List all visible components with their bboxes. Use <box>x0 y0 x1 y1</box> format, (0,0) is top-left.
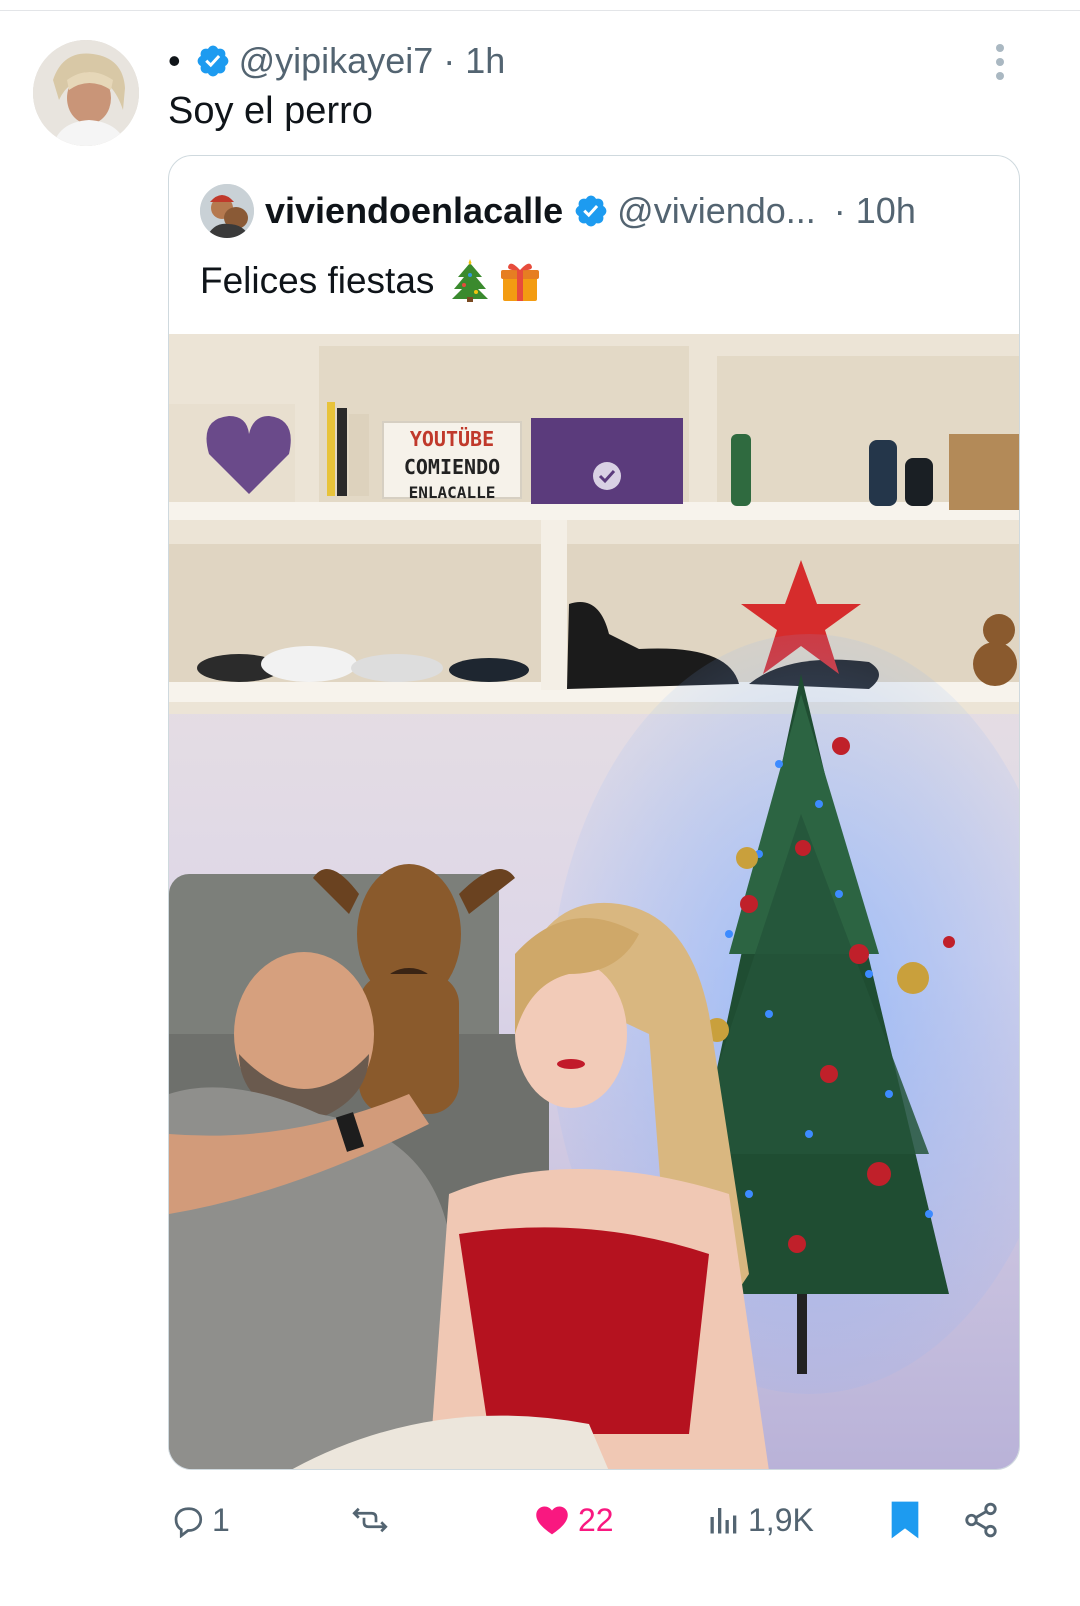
verified-badge-icon <box>195 43 231 79</box>
quoted-header: viviendoenlacalle @viviendo... · 10h <box>265 186 916 236</box>
reply-count: 1 <box>212 1501 230 1538</box>
quoted-text-row: Felices fiestas <box>200 259 542 303</box>
author-handle[interactable]: @yipikayei7 <box>239 40 434 82</box>
quoted-author-avatar[interactable] <box>200 184 254 238</box>
christmas-tree-emoji-icon <box>448 259 492 303</box>
quoted-text: Felices fiestas <box>200 260 435 301</box>
reply-button[interactable]: 1 <box>170 1490 230 1550</box>
views-count: 1,9K <box>748 1501 814 1538</box>
post-header: • @yipikayei7 · 1h <box>168 36 505 86</box>
share-icon <box>965 1502 997 1538</box>
post-text: Soy el perro <box>168 90 373 132</box>
sign-line-3: ENLACALLE <box>409 483 496 502</box>
quoted-post-photo[interactable]: YOUTÜBE COMIENDO ENLACALLE <box>169 334 1019 1469</box>
like-count: 22 <box>578 1501 614 1538</box>
bookmark-button[interactable] <box>888 1490 928 1550</box>
more-options-button[interactable] <box>980 42 1020 82</box>
quoted-verified-badge-icon <box>573 193 609 229</box>
sign-line-2: COMIENDO <box>404 455 500 479</box>
author-avatar[interactable] <box>33 40 139 146</box>
quoted-handle[interactable]: @viviendo... <box>617 190 816 232</box>
quoted-display-name[interactable]: viviendoenlacalle <box>265 190 563 232</box>
quoted-time[interactable]: · 10h <box>834 190 916 232</box>
retweet-button[interactable] <box>350 1490 396 1550</box>
sign-line-1: YOUTÜBE <box>410 427 494 451</box>
quoted-post-card[interactable]: viviendoenlacalle @viviendo... · 10h Fel… <box>168 155 1020 1470</box>
post-time[interactable]: · 1h <box>443 40 505 82</box>
top-divider <box>0 10 1080 11</box>
bullet: • <box>168 40 181 81</box>
more-vertical-icon <box>996 44 1004 80</box>
heart-filled-icon <box>536 1506 568 1535</box>
gift-emoji-icon <box>498 259 542 303</box>
action-bar: 1 22 1,9K <box>0 1490 1080 1560</box>
bookmark-filled-icon <box>891 1501 919 1539</box>
like-button[interactable]: 22 <box>532 1490 614 1550</box>
views-button[interactable]: 1,9K <box>706 1490 814 1550</box>
views-chart-icon <box>710 1508 737 1534</box>
retweet-icon <box>352 1507 388 1533</box>
share-button[interactable] <box>962 1490 1006 1550</box>
reply-icon <box>174 1507 203 1538</box>
